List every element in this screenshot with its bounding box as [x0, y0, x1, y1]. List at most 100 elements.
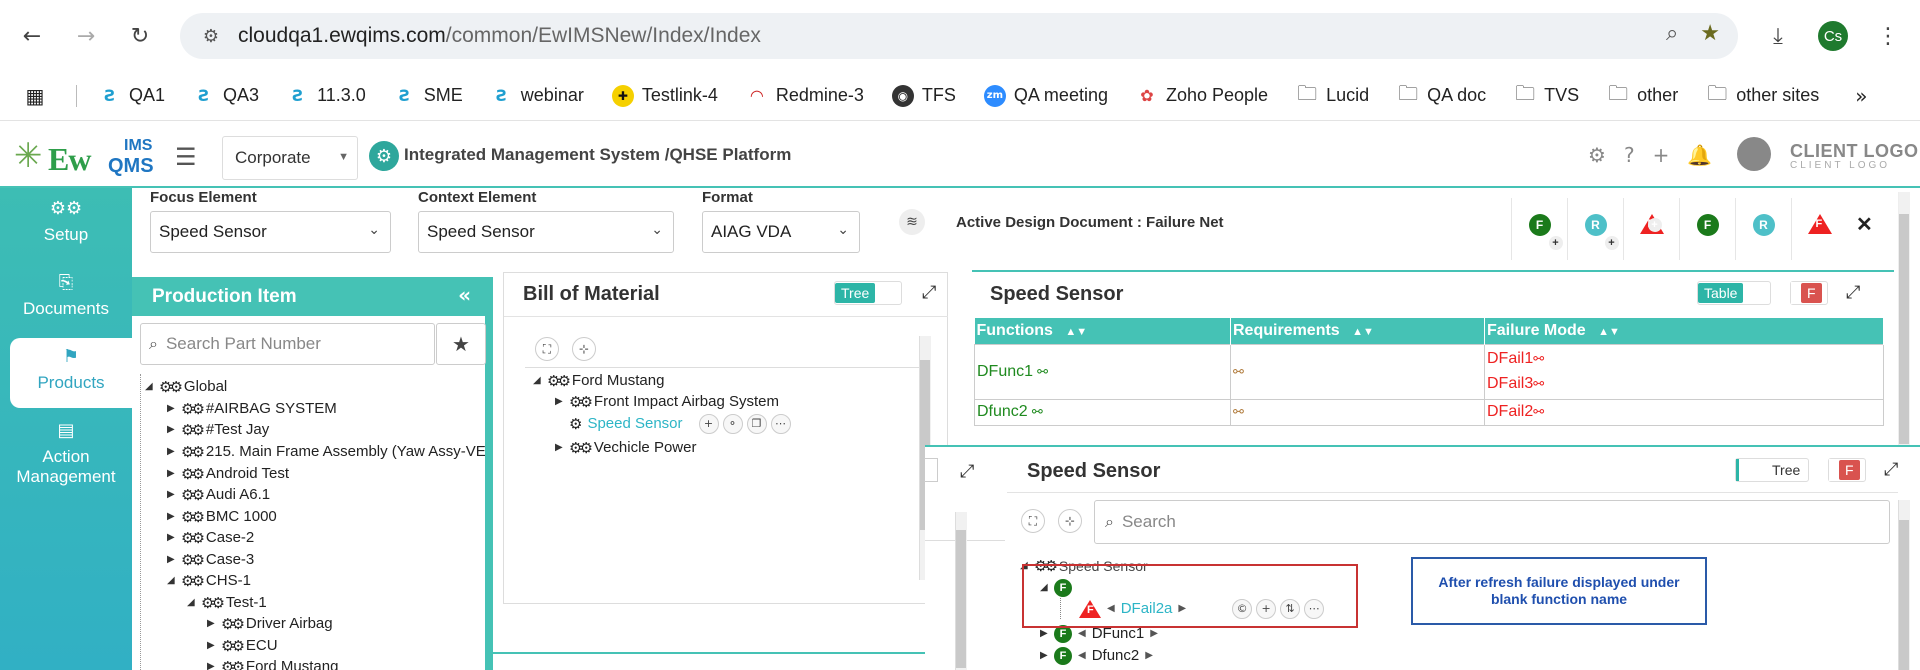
function-cell[interactable]: Dfunc2 ⚯	[974, 398, 1231, 426]
organization-select[interactable]: Corporate ▼	[222, 136, 358, 180]
hierarchy-icon[interactable]: ⚯	[1533, 377, 1544, 392]
tree-node[interactable]: ▶ ⚙⚙ Case-2	[167, 527, 254, 548]
background-panel-scrollbar[interactable]	[955, 512, 967, 670]
col-failure-mode[interactable]: Failure Mode ▲▼	[1484, 318, 1884, 344]
zoom-icon[interactable]: ⌕	[1666, 21, 1678, 46]
bookmark-qa3[interactable]: Ƨ QA3	[193, 85, 259, 107]
tree-node[interactable]: ▶ ⚙⚙ Driver Airbag	[207, 613, 333, 634]
tree-node[interactable]: ▶ ⚙⚙ #Test Jay	[167, 419, 269, 440]
speed-sensor-search-input[interactable]: ⌕ Search	[1094, 500, 1890, 544]
tree-node[interactable]: ◢ ⚙⚙ Global	[145, 376, 227, 397]
expand-all-icon[interactable]: ⛶	[1021, 509, 1045, 533]
apps-grid-icon[interactable]: ▦	[24, 84, 54, 108]
context-element-select[interactable]: Speed Sensor ⌄	[418, 211, 674, 253]
nav-documents[interactable]: ⎘ Documents	[0, 272, 132, 319]
tree-node[interactable]: ▶ ⚙⚙ Android Test	[167, 463, 289, 484]
bom-tree-node[interactable]: ▶ ⚙⚙ Vechicle Power	[555, 437, 696, 458]
scroll-thumb[interactable]	[1899, 520, 1909, 670]
failure-mode-cell[interactable]: DFail2⚯	[1484, 398, 1884, 426]
bookmark-qa-meeting[interactable]: zm QA meeting	[983, 84, 1108, 107]
failure-badge[interactable]: F	[1791, 198, 1847, 260]
bookmark-sme[interactable]: Ƨ SME	[394, 85, 463, 107]
scroll-thumb[interactable]	[956, 530, 966, 668]
bookmark-testlink[interactable]: ✚ Testlink-4	[611, 84, 718, 107]
add-failure-badge[interactable]: F+	[1623, 198, 1679, 260]
bookmark-qa1[interactable]: Ƨ QA1	[99, 85, 165, 107]
focus-element-select[interactable]: Speed Sensor ⌄	[150, 211, 391, 253]
reload-icon[interactable]: ↻	[122, 18, 158, 54]
bookmark-zoho[interactable]: ✿ Zoho People	[1136, 85, 1268, 107]
tree-node[interactable]: ▶ ⚙⚙ Case-3	[167, 549, 254, 570]
hierarchy-icon[interactable]: ⚯	[1533, 352, 1544, 367]
nav-setup[interactable]: ⚙⚙ Setup	[0, 198, 132, 245]
expand-icon[interactable]: ⤢	[960, 461, 974, 482]
function-cell[interactable]: DFunc1 ⚯	[974, 343, 1231, 400]
search-part-number-input[interactable]: ⌕ Search Part Number	[140, 323, 435, 365]
chevron-left-icon[interactable]: ◀	[1078, 628, 1086, 639]
tree-node[interactable]: ▶ ⚙⚙ #AIRBAG SYSTEM	[167, 398, 337, 419]
expand-icon[interactable]: ⤢	[1884, 459, 1898, 480]
col-requirements[interactable]: Requirements ▲▼	[1230, 318, 1485, 344]
more-icon[interactable]: ⋯	[770, 413, 791, 434]
tree-node[interactable]: ◢ ⚙⚙ CHS-1	[167, 570, 251, 591]
nav-products[interactable]: ⚑ Products	[10, 338, 132, 408]
hierarchy-icon[interactable]: ⚯	[1533, 405, 1544, 420]
bookmark-tvs[interactable]: 🗀 TVS	[1514, 81, 1579, 107]
tree-scrollbar[interactable]	[1898, 500, 1910, 670]
close-icon[interactable]: ✕	[1856, 212, 1873, 237]
favorite-star-icon[interactable]: ★	[436, 323, 486, 365]
expand-icon[interactable]: ⤢	[1846, 282, 1860, 303]
collapse-double-left-icon[interactable]: «	[458, 283, 471, 307]
add-requirement-badge[interactable]: R +	[1567, 198, 1623, 260]
format-select[interactable]: AIAG VDA ⌄	[702, 211, 860, 253]
function-node[interactable]: ▶ F ◀ Dfunc2 ▶	[1040, 645, 1159, 666]
collapse-all-icon[interactable]: ⊹	[572, 337, 596, 361]
tree-node[interactable]: ▶ ⚙⚙ BMC 1000	[167, 506, 277, 527]
requirement-badge[interactable]: R	[1735, 198, 1791, 260]
bookmark-redmine[interactable]: ◠ Redmine-3	[746, 85, 864, 107]
tree-node[interactable]: ▶ ⚙⚙ Audi A6.1	[167, 484, 270, 505]
bom-tree-node-selected[interactable]: ⚙ Speed Sensor + ⚬ ❐ ⋯	[555, 413, 795, 434]
back-arrow-icon[interactable]: ←	[14, 18, 50, 54]
bookmark-lucid[interactable]: 🗀 Lucid	[1296, 81, 1369, 107]
hierarchy-icon[interactable]: ⚯	[1233, 365, 1244, 380]
tree-node[interactable]: ▶ ⚙⚙ ECU	[207, 635, 278, 656]
requirement-cell[interactable]: ⚯	[1230, 398, 1485, 426]
more-bookmarks-icon[interactable]: »	[1855, 84, 1867, 108]
failure-mode-cell[interactable]: DFail1⚯ DFail3⚯	[1484, 343, 1884, 400]
table-view-toggle[interactable]: Table	[1697, 281, 1771, 305]
expand-icon[interactable]: ⤢	[922, 282, 936, 303]
copy-icon[interactable]: ❐	[746, 413, 767, 434]
chevron-left-icon[interactable]: ◀	[1078, 650, 1086, 661]
add-function-badge[interactable]: F +	[1511, 198, 1567, 260]
failure-filter-toggle[interactable]: F	[1828, 458, 1866, 482]
hierarchy-icon[interactable]: ⚯	[1033, 365, 1048, 380]
chevron-right-icon[interactable]: ▶	[1150, 628, 1158, 639]
failure-filter-toggle[interactable]: F	[1790, 281, 1828, 305]
bookmark-qa-doc[interactable]: 🗀 QA doc	[1397, 81, 1486, 107]
scroll-thumb[interactable]	[1899, 214, 1909, 444]
notification-bell-icon[interactable]: 🔔	[1687, 143, 1712, 167]
bom-tree-node[interactable]: ▶ ⚙⚙ Front Impact Airbag System	[555, 391, 779, 412]
bookmark-other[interactable]: 🗀 other	[1607, 81, 1678, 107]
layers-icon[interactable]: ≋	[899, 209, 925, 235]
forward-arrow-icon[interactable]: →	[68, 18, 104, 54]
function-badge[interactable]: F	[1679, 198, 1735, 260]
hierarchy-icon[interactable]: ⚯	[1233, 405, 1244, 420]
tree-node[interactable]: ▶ ⚙⚙ 215. Main Frame Assembly (Yaw Assy-VE…	[167, 441, 485, 462]
download-icon[interactable]: ⤓	[1760, 18, 1796, 54]
tree-view-toggle[interactable]: Tree	[1735, 458, 1809, 482]
tree-node[interactable]: ▶ ⚙⚙ Ford Mustang	[207, 656, 338, 670]
help-icon[interactable]: ?	[1624, 143, 1635, 167]
add-icon[interactable]: +	[1653, 143, 1670, 167]
tree-node[interactable]: ◢ ⚙⚙ Test-1	[187, 592, 267, 613]
hierarchy-icon[interactable]: ⚬	[722, 413, 743, 434]
browser-menu-icon[interactable]: ⋮	[1870, 18, 1906, 54]
settings-gear-icon[interactable]: ⚙	[1588, 143, 1606, 167]
bom-tree-node[interactable]: ◢ ⚙⚙ Ford Mustang	[533, 370, 664, 391]
collapse-all-icon[interactable]: ⊹	[1058, 509, 1082, 533]
profile-avatar[interactable]: Cs	[1818, 21, 1848, 51]
bookmark-webinar[interactable]: Ƨwebinar	[491, 85, 584, 107]
bookmark-star-icon[interactable]: ★	[1700, 21, 1720, 46]
nav-action-management[interactable]: ▤ Action Management	[0, 420, 132, 487]
